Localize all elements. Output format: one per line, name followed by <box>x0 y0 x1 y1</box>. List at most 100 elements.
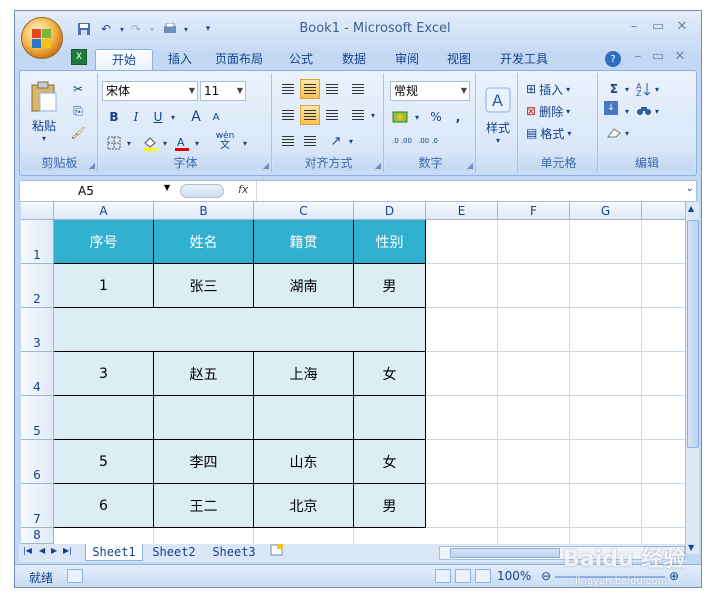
styles-button[interactable]: A 样式 ▾ <box>480 79 516 153</box>
cell-c4[interactable]: 上海 <box>254 352 354 396</box>
column-header-h[interactable] <box>642 202 685 220</box>
merge-center-icon[interactable] <box>348 105 368 125</box>
column-header-a[interactable]: A <box>54 202 154 220</box>
cell-b1[interactable]: 姓名 <box>154 220 254 264</box>
expand-formula-bar-icon[interactable]: ⌄ <box>686 183 694 194</box>
decrease-indent-icon[interactable] <box>278 131 298 151</box>
formula-bar-splitter[interactable] <box>180 184 224 198</box>
doc-minimize-icon[interactable]: – <box>627 49 649 67</box>
horizontal-scroll-thumb[interactable] <box>450 548 560 558</box>
restore-icon[interactable]: ▭ <box>647 19 669 37</box>
delete-dropdown-icon[interactable]: ▾ <box>566 107 570 116</box>
next-sheet-icon[interactable]: ▶ <box>51 546 57 555</box>
wrap-text-icon[interactable] <box>348 79 368 99</box>
number-format-combo[interactable]: 常规 ▼ <box>390 81 470 101</box>
align-top-icon[interactable] <box>278 79 298 99</box>
format-painter-icon[interactable]: 🖌 <box>68 123 88 143</box>
orientation-icon[interactable]: ↗ <box>326 131 346 151</box>
format-dropdown-icon[interactable]: ▾ <box>567 129 571 138</box>
find-select-icon[interactable] <box>634 101 654 121</box>
delete-cells-button[interactable]: ⊠ 删除 ▾ <box>526 101 570 121</box>
phonetic-dropdown-icon[interactable]: ▾ <box>240 133 250 153</box>
cell-d7[interactable]: 男 <box>354 484 426 528</box>
tab-formulas[interactable]: 公式 <box>277 49 325 71</box>
cell-d1[interactable]: 性别 <box>354 220 426 264</box>
name-box[interactable]: A5 <box>20 181 180 201</box>
insert-cells-button[interactable]: ⊞ 插入 ▾ <box>526 79 570 99</box>
close-icon[interactable]: ✕ <box>671 19 693 37</box>
cell-d6[interactable]: 女 <box>354 440 426 484</box>
cell-a7[interactable]: 6 <box>54 484 154 528</box>
borders-icon[interactable] <box>104 133 124 153</box>
cell-a5[interactable] <box>54 396 154 440</box>
paste-button[interactable]: 粘贴 ▾ <box>26 77 62 147</box>
cell-b5[interactable] <box>154 396 254 440</box>
insert-sheet-icon[interactable] <box>265 544 289 561</box>
page-layout-view-icon[interactable] <box>455 569 471 583</box>
accounting-dropdown-icon[interactable]: ▾ <box>412 107 422 127</box>
row-header-2[interactable]: 2 <box>21 264 54 308</box>
scroll-up-icon[interactable]: ▲ <box>688 204 694 213</box>
align-middle-icon[interactable] <box>300 79 320 99</box>
tab-insert[interactable]: 插入 <box>155 49 205 71</box>
cell-a1[interactable]: 序号 <box>54 220 154 264</box>
cell-d4[interactable]: 女 <box>354 352 426 396</box>
cell-a4[interactable]: 3 <box>54 352 154 396</box>
paste-dropdown-icon[interactable]: ▾ <box>42 134 46 143</box>
save-icon[interactable] <box>75 20 93 38</box>
italic-button[interactable]: I <box>126 107 146 127</box>
increase-decimal-button[interactable]: .0 .00 <box>390 131 414 151</box>
last-sheet-icon[interactable]: ▶| <box>63 546 72 555</box>
find-dropdown-icon[interactable]: ▾ <box>652 101 662 121</box>
tab-home[interactable]: 开始 <box>95 49 153 71</box>
fill-down-icon[interactable]: ↓ <box>604 101 618 115</box>
empty-cells-area[interactable] <box>426 220 685 544</box>
sheet-tab-sheet1[interactable]: Sheet1 <box>85 544 143 561</box>
orientation-dropdown-icon[interactable]: ▾ <box>346 131 356 151</box>
align-left-icon[interactable] <box>278 105 298 125</box>
doc-close-icon[interactable]: ✕ <box>669 49 691 67</box>
cell-c1[interactable]: 籍贯 <box>254 220 354 264</box>
format-cells-button[interactable]: ▤ 格式 ▾ <box>526 123 571 143</box>
column-header-b[interactable]: B <box>154 202 254 220</box>
row-header-8[interactable]: 8 <box>21 528 54 544</box>
row-8-cells[interactable] <box>54 528 426 544</box>
increase-indent-icon[interactable] <box>300 131 320 151</box>
bold-button[interactable]: B <box>104 107 124 127</box>
styles-dropdown-icon[interactable]: ▾ <box>496 136 500 145</box>
column-header-g[interactable]: G <box>570 202 642 220</box>
page-break-view-icon[interactable] <box>475 569 491 583</box>
zoom-level[interactable]: 100% <box>497 569 531 583</box>
column-header-f[interactable]: F <box>498 202 570 220</box>
sort-dropdown-icon[interactable]: ▾ <box>652 79 662 99</box>
cell-c7[interactable]: 北京 <box>254 484 354 528</box>
sort-filter-icon[interactable]: AZ <box>634 79 654 99</box>
vertical-scroll-thumb[interactable] <box>687 220 699 448</box>
first-sheet-icon[interactable]: |◀ <box>23 546 32 555</box>
clear-icon[interactable] <box>604 123 624 143</box>
name-box-dropdown-icon[interactable]: ▼ <box>164 183 170 192</box>
cell-a3-merged[interactable] <box>54 308 426 352</box>
row-header-3[interactable]: 3 <box>21 308 54 352</box>
fill-dropdown-icon[interactable]: ▾ <box>622 101 632 121</box>
cell-c2[interactable]: 湖南 <box>254 264 354 308</box>
cell-a2[interactable]: 1 <box>54 264 154 308</box>
sheet-tab-sheet2[interactable]: Sheet2 <box>145 544 203 561</box>
clear-dropdown-icon[interactable]: ▾ <box>622 123 632 143</box>
sheet-tab-sheet3[interactable]: Sheet3 <box>205 544 263 561</box>
borders-dropdown-icon[interactable]: ▾ <box>124 133 134 153</box>
fill-color-dropdown-icon[interactable]: ▾ <box>160 133 170 153</box>
row-header-7[interactable]: 7 <box>21 484 54 528</box>
tab-developer[interactable]: 开发工具 <box>489 49 559 71</box>
normal-view-icon[interactable] <box>435 569 451 583</box>
percent-button[interactable]: % <box>426 107 446 127</box>
insert-function-icon[interactable]: fx <box>238 183 248 196</box>
alignment-launcher-icon[interactable]: ◢ <box>375 161 381 170</box>
cell-b6[interactable]: 李四 <box>154 440 254 484</box>
decrease-decimal-button[interactable]: .00 .0 <box>416 131 440 151</box>
font-color-icon[interactable]: A <box>172 133 192 153</box>
copy-icon[interactable]: ⎘ <box>68 101 88 121</box>
row-header-6[interactable]: 6 <box>21 440 54 484</box>
accounting-format-icon[interactable] <box>390 107 412 127</box>
shrink-font-button[interactable]: A <box>206 107 226 127</box>
